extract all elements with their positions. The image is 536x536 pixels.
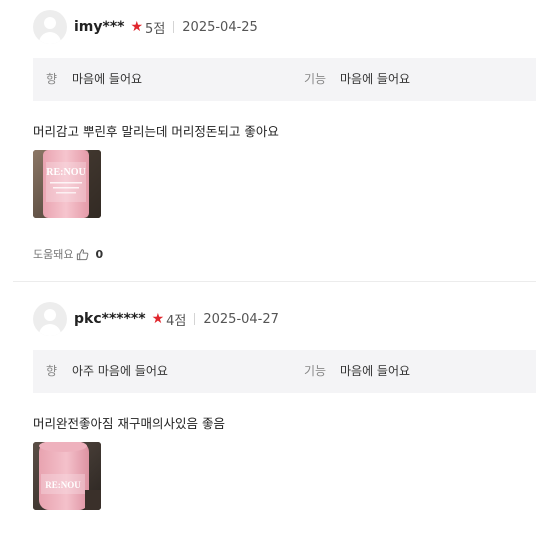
avatar-icon: [33, 302, 67, 336]
product-brand-text: RE:NOU: [46, 167, 85, 178]
thumbs-up-icon: [77, 248, 89, 260]
review-photo[interactable]: RE:NOU: [33, 442, 101, 510]
helpful-button[interactable]: 도움돼요 0: [33, 246, 103, 262]
product-bottle-image: RE:NOU: [33, 442, 101, 510]
review-attributes: 향 마음에 들어요 기능 마음에 들어요: [33, 58, 536, 101]
helpful-count: 0: [95, 247, 104, 261]
rating-score: 4점: [166, 313, 187, 329]
attribute-label-scent: 향: [46, 364, 58, 378]
divider: [173, 21, 175, 33]
avatar-icon: [33, 10, 67, 44]
review-date: 2025-04-25: [182, 19, 258, 35]
review-separator: [13, 281, 536, 282]
attribute-label-function: 기능: [304, 72, 327, 86]
attribute-label-scent: 향: [46, 72, 58, 86]
product-bottle-image: RE:NOU: [33, 150, 101, 218]
review-header: imy*** ★ 5점 2025-04-25: [33, 9, 258, 45]
product-brand-text: RE:NOU: [45, 480, 81, 490]
attribute-label-function: 기능: [304, 364, 327, 378]
star-icon: ★: [151, 311, 165, 327]
reviewer-name: pkc******: [74, 311, 146, 327]
review-photo[interactable]: RE:NOU: [33, 150, 101, 218]
attribute-value-scent: 마음에 들어요: [72, 72, 143, 86]
helpful-label: 도움돼요: [33, 248, 74, 261]
reviewer-name: imy***: [74, 19, 125, 35]
star-icon: ★: [130, 19, 144, 35]
attribute-value-function: 마음에 들어요: [340, 72, 411, 86]
attribute-value-scent: 아주 마음에 들어요: [72, 364, 168, 378]
review-text: 머리감고 뿌린후 말리는데 머리정돈되고 좋아요: [33, 124, 279, 139]
review-date: 2025-04-27: [203, 311, 279, 327]
review-attributes: 향 아주 마음에 들어요 기능 마음에 들어요: [33, 350, 536, 393]
divider: [194, 313, 196, 325]
review-text: 머리완전좋아짐 재구매의사있음 좋음: [33, 416, 225, 431]
rating-score: 5점: [145, 21, 166, 37]
attribute-value-function: 마음에 들어요: [340, 364, 411, 378]
review-header: pkc****** ★ 4점 2025-04-27: [33, 301, 279, 337]
